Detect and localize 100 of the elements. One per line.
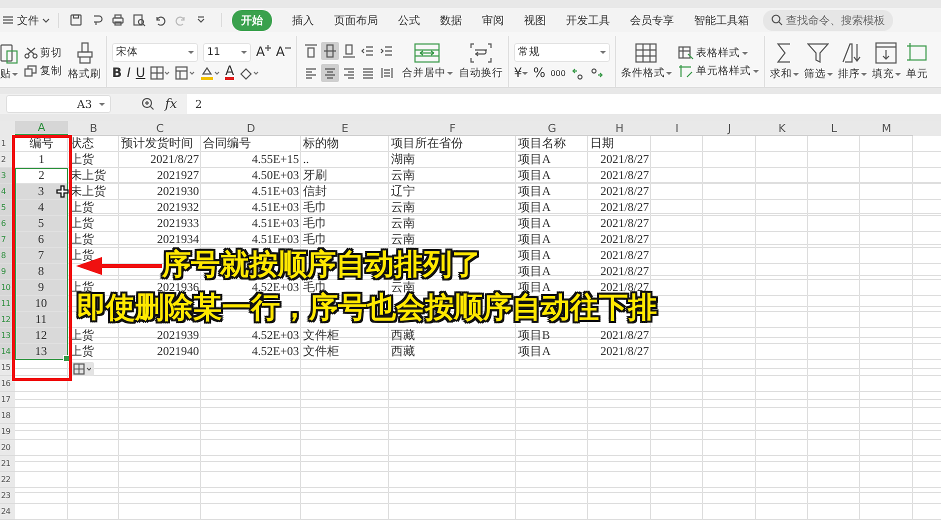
formula-input[interactable]: 2 — [187, 94, 941, 114]
ribbon-tab[interactable]: 页面布局 — [334, 10, 378, 30]
remove-decimal-icon[interactable] — [590, 66, 604, 80]
eraser-icon[interactable] — [239, 66, 260, 80]
row-header[interactable]: 15 — [0, 360, 15, 376]
table-cell: 2 — [15, 168, 68, 184]
table-cell: 2021/8/27 — [588, 200, 651, 216]
print-icon[interactable] — [111, 13, 125, 27]
add-decimal-icon[interactable] — [570, 66, 585, 80]
column-header[interactable]: J — [703, 121, 756, 136]
align-center-button[interactable] — [320, 64, 339, 82]
column-header[interactable]: H — [588, 121, 651, 136]
table-cell: 云南 — [389, 200, 516, 216]
bold-button[interactable]: B — [112, 66, 122, 80]
ribbon-tab[interactable]: 审阅 — [482, 10, 504, 30]
sum-button[interactable]: 求和 — [770, 42, 799, 81]
column-header[interactable]: F — [389, 121, 516, 136]
column-header[interactable]: G — [516, 121, 588, 136]
format-painter-button[interactable]: 格式刷 — [68, 42, 101, 81]
row-header[interactable]: 24 — [0, 504, 15, 520]
table-cell: 云南 — [389, 216, 516, 232]
table-cell: 2021/8/27 — [588, 168, 651, 184]
column-header[interactable]: M — [860, 121, 913, 136]
column-header[interactable]: D — [201, 121, 301, 136]
ribbon-tab[interactable]: 会员专享 — [630, 10, 674, 30]
column-header[interactable]: K — [756, 121, 808, 136]
caret-icon — [752, 68, 759, 74]
filter-button[interactable]: 筛选 — [804, 42, 833, 81]
zoom-icon[interactable] — [141, 97, 155, 111]
paste-button[interactable]: 贴 — [0, 42, 18, 81]
column-header[interactable]: C — [119, 121, 201, 136]
table-cell: 8 — [15, 264, 68, 280]
cell-fill-icon[interactable] — [175, 66, 196, 80]
row-header[interactable]: 16 — [0, 376, 15, 392]
copy-button[interactable]: 复制 — [24, 64, 62, 78]
table-cell: 湖南 — [389, 152, 516, 168]
table-cell: 毛巾 — [301, 216, 389, 232]
row-header[interactable]: 23 — [0, 488, 15, 504]
table-cell: 项目B — [516, 328, 588, 344]
italic-button[interactable]: I — [126, 66, 131, 80]
function-button[interactable]: fx — [165, 96, 178, 112]
column-header[interactable]: I — [651, 121, 703, 136]
ribbon-tab[interactable]: 开发工具 — [566, 10, 610, 30]
table-cell: 毛巾 — [301, 232, 389, 248]
caret-icon — [742, 50, 748, 56]
ribbon-tab[interactable]: 插入 — [292, 10, 314, 30]
decrease-font-button[interactable]: A — [276, 44, 291, 60]
caret-icon — [826, 71, 833, 77]
wrap-text-button[interactable]: 自动换行 — [458, 43, 503, 80]
column-header[interactable]: L — [808, 121, 860, 136]
row-header[interactable]: 21 — [0, 456, 15, 472]
cell-style-icon — [678, 64, 694, 78]
column-header[interactable]: E — [301, 121, 389, 136]
ribbon-tab[interactable]: 数据 — [440, 10, 462, 30]
cells-button[interactable]: 单元 — [906, 42, 928, 81]
table-style-button[interactable]: 表格样式 — [678, 46, 759, 60]
table-cell: 项目A — [516, 168, 588, 184]
underline-button[interactable]: U — [136, 66, 146, 80]
save-icon[interactable] — [69, 13, 83, 27]
font-dropdown[interactable]: 宋体 — [112, 42, 198, 62]
conditional-format-button[interactable]: 条件格式 — [620, 43, 672, 80]
table-cell: 4.55E+15 — [201, 152, 301, 168]
fill-options-button[interactable] — [70, 362, 94, 376]
merge-center-button[interactable]: 合并居中 — [402, 43, 453, 80]
table-cell: 日期 — [588, 136, 651, 152]
copy-icon — [24, 64, 38, 76]
cut-button[interactable]: 剪切 — [24, 46, 62, 60]
row-header[interactable]: 17 — [0, 392, 15, 408]
fill-button[interactable]: 填充 — [872, 42, 901, 81]
font-size-dropdown[interactable]: 11 — [203, 42, 251, 62]
increase-font-button[interactable]: A — [256, 44, 271, 60]
ribbon-tab[interactable]: 视图 — [524, 10, 546, 30]
row-header[interactable]: 19 — [0, 424, 15, 440]
row-header[interactable]: 22 — [0, 472, 15, 488]
align-top-icon — [302, 42, 319, 58]
name-box[interactable]: A3 — [6, 95, 111, 113]
align-middle-button[interactable] — [320, 42, 339, 60]
search-field[interactable]: 查找命令、搜索模板 — [763, 10, 893, 30]
number-format-dropdown[interactable]: 常规 — [514, 42, 610, 62]
table-cell: 云南 — [389, 232, 516, 248]
column-header[interactable]: B — [68, 121, 119, 136]
sort-button[interactable]: 排序 — [838, 42, 867, 81]
ribbon-tab[interactable]: 公式 — [398, 10, 420, 30]
cell-style-button[interactable]: 单元格样式 — [678, 64, 759, 78]
border-icon[interactable] — [150, 66, 170, 80]
row-header[interactable]: 1 — [0, 136, 15, 152]
percent-button[interactable]: % — [533, 66, 546, 80]
thousands-button[interactable]: 000 — [550, 68, 566, 78]
ribbon-tab[interactable]: 智能工具箱 — [694, 10, 749, 30]
table-cell: 项目所在省份 — [389, 136, 516, 152]
row-header[interactable]: 18 — [0, 408, 15, 424]
table-cell: 2021927 — [119, 168, 201, 184]
fill-bucket-icon[interactable] — [200, 66, 220, 80]
print-preview-icon[interactable] — [132, 13, 146, 27]
menu-button[interactable]: 文件 — [2, 12, 50, 28]
table-cell: 标的物 — [301, 136, 389, 152]
currency-button[interactable]: ¥ — [514, 66, 528, 80]
font-color-button[interactable]: A — [225, 66, 234, 80]
row-header[interactable]: 20 — [0, 440, 15, 456]
caret-icon — [446, 70, 453, 76]
